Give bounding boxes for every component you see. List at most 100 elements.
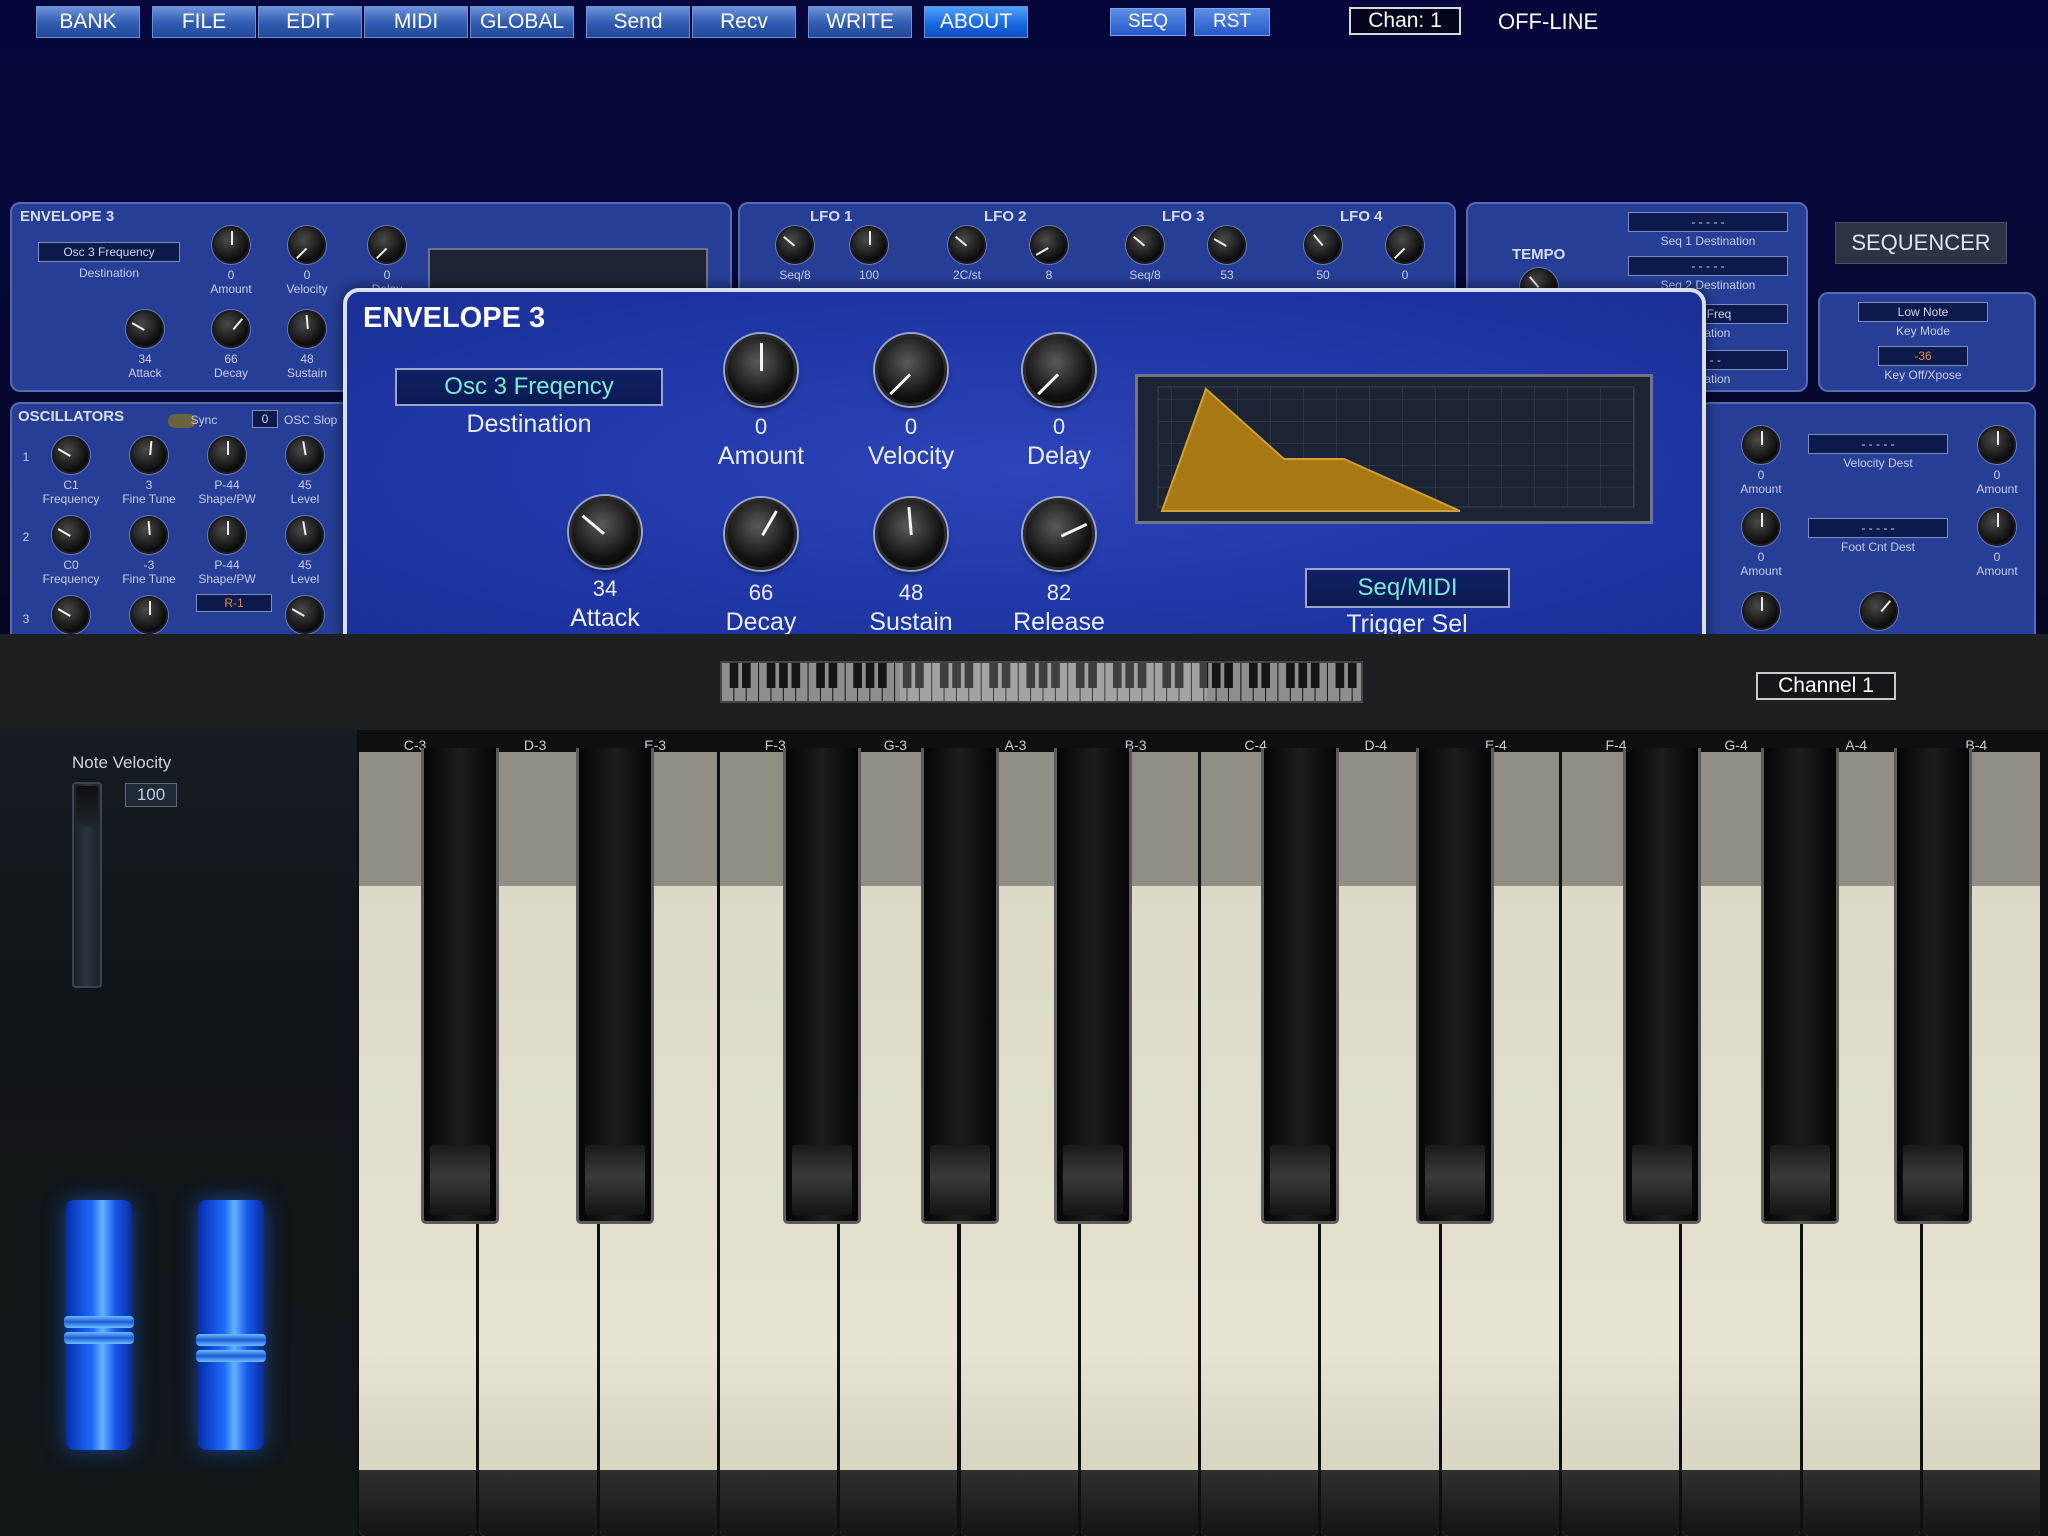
osc1-shape-knob[interactable]: [208, 436, 246, 474]
osc1-frequency-knob[interactable]: [52, 436, 90, 474]
note-velocity-slider[interactable]: [72, 782, 102, 988]
decay-knob[interactable]: [212, 310, 250, 348]
send-button[interactable]: Send: [586, 6, 690, 38]
mod3-dest-knob[interactable]: [1860, 592, 1898, 630]
delay-knob[interactable]: [368, 226, 406, 264]
release-knob[interactable]: [1023, 498, 1095, 570]
destination-selector[interactable]: Osc 3 Freqency: [395, 368, 663, 406]
performance-controls: [0, 730, 357, 1536]
osc3-frequency-knob[interactable]: [52, 596, 90, 634]
osc2-level-value: 45: [298, 558, 312, 572]
key-xpose-display[interactable]: -36: [1878, 346, 1968, 366]
mini-black-key: [828, 663, 838, 688]
black-key[interactable]: [1416, 748, 1494, 1224]
black-key[interactable]: [1761, 748, 1839, 1224]
velocity-amount-value: 0: [1757, 468, 1765, 482]
keyboard-channel-display[interactable]: Channel 1: [1756, 672, 1896, 700]
black-key[interactable]: [1261, 748, 1339, 1224]
midi-channel-display[interactable]: Chan: 1: [1349, 7, 1461, 35]
attack-knob[interactable]: [569, 496, 641, 568]
osc2-finetune-knob[interactable]: [130, 516, 168, 554]
osc3-shape-display[interactable]: R-1: [196, 594, 272, 612]
lfo4-amount-knob[interactable]: [1386, 226, 1424, 264]
lfo1-amount-knob[interactable]: [850, 226, 888, 264]
foot-dest-amount-knob[interactable]: [1978, 508, 2016, 546]
black-key[interactable]: [1894, 748, 1972, 1224]
sustain-knob[interactable]: [288, 310, 326, 348]
white-key-front: [719, 1470, 838, 1536]
recv-button[interactable]: Recv: [692, 6, 796, 38]
about-button[interactable]: ABOUT: [924, 6, 1028, 38]
trigger-select[interactable]: Seq/MIDI: [1305, 568, 1510, 608]
black-key[interactable]: [1623, 748, 1701, 1224]
foot-amount-knob[interactable]: [1742, 508, 1780, 546]
lfo3-frequency-knob[interactable]: [1126, 226, 1164, 264]
midi-button[interactable]: MIDI: [364, 6, 468, 38]
black-key-cap: [1632, 1145, 1692, 1215]
black-key[interactable]: [921, 748, 999, 1224]
lfo3-frequency-value: Seq/8: [1129, 268, 1161, 282]
lfo2-frequency-knob[interactable]: [948, 226, 986, 264]
mod-wheel[interactable]: [196, 1200, 266, 1450]
osc3-level-knob[interactable]: [286, 596, 324, 634]
black-key-cap: [1770, 1145, 1830, 1215]
mini-black-key: [1224, 663, 1233, 688]
amount-knob[interactable]: [212, 226, 250, 264]
sequencer-button[interactable]: SEQUENCER: [1835, 222, 2007, 264]
mini-black-key: [766, 663, 776, 688]
velocity-knob[interactable]: [288, 226, 326, 264]
note-velocity-thumb[interactable]: [76, 786, 98, 826]
global-button[interactable]: GLOBAL: [470, 6, 574, 38]
velocity-dest-display[interactable]: - - - - -: [1808, 434, 1948, 454]
velocity-amount-knob[interactable]: [1742, 426, 1780, 464]
rst-button[interactable]: RST: [1194, 8, 1270, 36]
key-mode-display[interactable]: Low Note: [1858, 302, 1988, 322]
attack-knob[interactable]: [126, 310, 164, 348]
osc1-level-knob[interactable]: [286, 436, 324, 474]
envelope3-destination-display[interactable]: Osc 3 Frequency: [38, 242, 180, 262]
lfo2-amount-knob[interactable]: [1030, 226, 1068, 264]
white-key-front: [1201, 1470, 1319, 1536]
osc2-shape-value: P-44: [214, 558, 240, 572]
black-key[interactable]: [1054, 748, 1132, 1224]
osc3-finetune-knob[interactable]: [130, 596, 168, 634]
mini-keyboard-navigator[interactable]: [720, 661, 1363, 703]
velocity-knob[interactable]: [875, 334, 947, 406]
osc2-level-knob[interactable]: [286, 516, 324, 554]
write-button[interactable]: WRITE: [808, 6, 912, 38]
mod3-amount-knob[interactable]: [1742, 592, 1780, 630]
osc2-shape-knob[interactable]: [208, 516, 246, 554]
pitch-bend-wheel[interactable]: [64, 1200, 134, 1450]
bank-button[interactable]: BANK: [36, 6, 140, 38]
black-key[interactable]: [421, 748, 499, 1224]
black-key[interactable]: [576, 748, 654, 1224]
seq-button[interactable]: SEQ: [1110, 8, 1186, 36]
sustain-knob[interactable]: [875, 498, 947, 570]
black-key-cap: [585, 1145, 645, 1215]
lfo2-amount-value: 8: [1045, 268, 1053, 282]
decay-knob[interactable]: [725, 498, 797, 570]
velocity-dest-amount-knob[interactable]: [1978, 426, 2016, 464]
delay-knob[interactable]: [1023, 334, 1095, 406]
black-key[interactable]: [783, 748, 861, 1224]
osc2-frequency-knob[interactable]: [52, 516, 90, 554]
file-button[interactable]: FILE: [152, 6, 256, 38]
seq1-destination-display[interactable]: - - - - -: [1628, 212, 1788, 232]
seq2-destination-display[interactable]: - - - - -: [1628, 256, 1788, 276]
foot-dest-display[interactable]: - - - - -: [1808, 518, 1948, 538]
mini-keyboard-viewport[interactable]: [900, 663, 1207, 701]
lfo1-frequency-knob[interactable]: [776, 226, 814, 264]
white-key-front: [1922, 1470, 2041, 1536]
osc3-number: 3: [22, 612, 30, 626]
white-key-front: [840, 1470, 958, 1536]
osc1-finetune-knob[interactable]: [130, 436, 168, 474]
edit-button[interactable]: EDIT: [258, 6, 362, 38]
black-key-cap: [1425, 1145, 1485, 1215]
black-key-cap: [930, 1145, 990, 1215]
mini-black-key: [853, 663, 862, 688]
amount-knob[interactable]: [725, 334, 797, 406]
black-key-cap: [792, 1145, 852, 1215]
key-xpose-label: Key Off/Xpose: [1884, 368, 1962, 382]
lfo3-amount-knob[interactable]: [1208, 226, 1246, 264]
lfo4-frequency-knob[interactable]: [1304, 226, 1342, 264]
